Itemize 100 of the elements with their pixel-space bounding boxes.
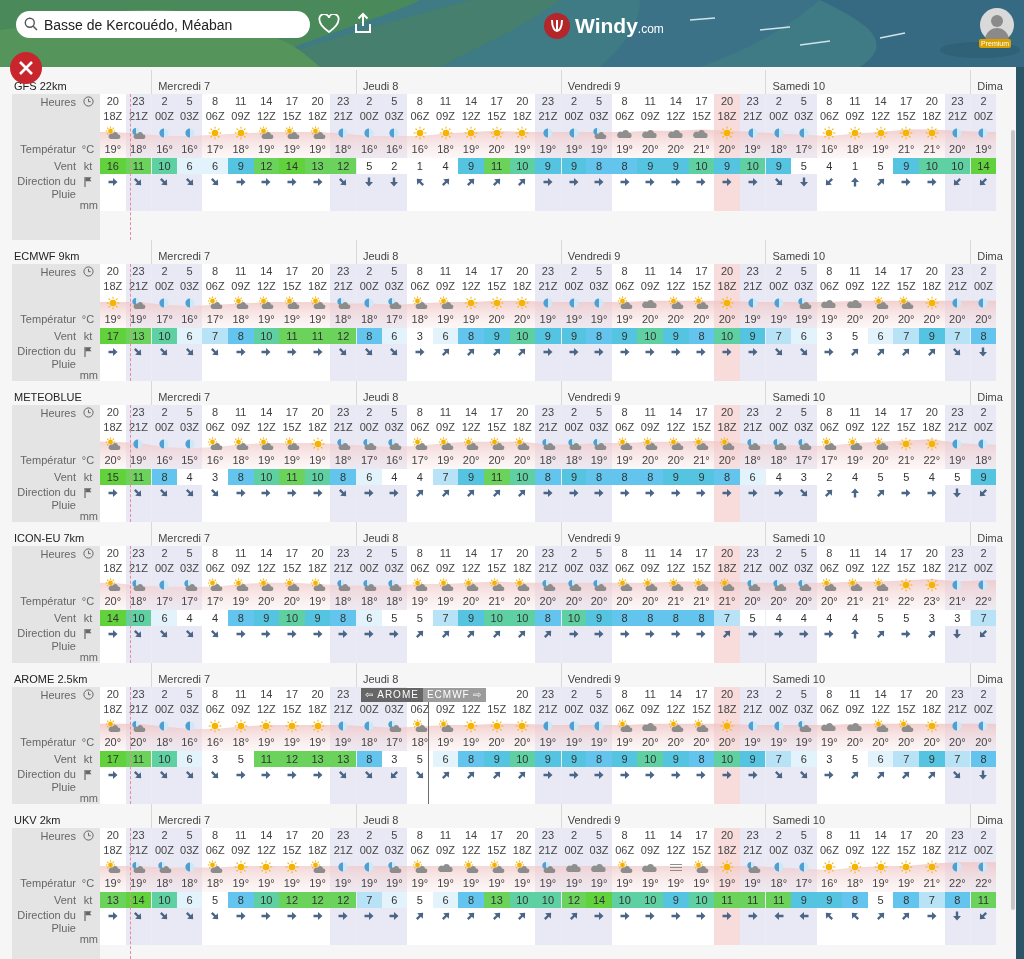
utc-time-label: 15Z bbox=[896, 702, 916, 718]
wind-speed-cell: 8 bbox=[535, 469, 561, 485]
hour-label: 23 bbox=[541, 94, 554, 110]
utc-time-label: 06Z bbox=[819, 702, 839, 718]
temperature-value: 17° bbox=[360, 453, 378, 469]
hour-label: 8 bbox=[416, 264, 423, 280]
wind-speed-cell: 7 bbox=[944, 328, 971, 344]
hour-label: 5 bbox=[186, 687, 193, 703]
day-label: Vendredi 9 bbox=[567, 814, 621, 826]
wind-speed-cell: 13 bbox=[125, 328, 152, 344]
wind-speed-cell: 6 bbox=[176, 751, 203, 767]
temperature-value: 19° bbox=[770, 312, 788, 328]
wind-speed-cell: 12 bbox=[330, 158, 356, 174]
hour-label: 8 bbox=[212, 546, 219, 562]
day-label: Vendredi 9 bbox=[567, 532, 621, 544]
temperature-value: 18° bbox=[360, 735, 378, 751]
row-label: Pluie bbox=[50, 500, 76, 511]
hour-label: 17 bbox=[285, 94, 299, 110]
temperature-value: 20° bbox=[258, 594, 275, 610]
row-label: Heures bbox=[39, 547, 76, 562]
hour-label: 14 bbox=[260, 687, 273, 703]
utc-time-label: 03Z bbox=[180, 561, 200, 577]
temperature-value: 21° bbox=[693, 453, 710, 469]
utc-time-label: 15Z bbox=[691, 279, 711, 295]
wind-speed-cell: 6 bbox=[791, 751, 817, 767]
scrollbar[interactable] bbox=[1011, 130, 1015, 910]
day-label: Jeudi 8 bbox=[362, 814, 399, 826]
hour-label: 23 bbox=[337, 264, 350, 280]
search-field[interactable]: Basse de Kercouédo, Méaban bbox=[16, 11, 310, 38]
avatar[interactable] bbox=[980, 8, 1014, 42]
hour-label: 2 bbox=[366, 405, 373, 421]
wind-speed-cell: 10 bbox=[509, 610, 536, 626]
wind-speed-cell: 9 bbox=[458, 610, 484, 626]
wind-speed-cell: 6 bbox=[867, 751, 894, 767]
hour-label: 20 bbox=[720, 687, 734, 703]
day-label: Samedi 10 bbox=[772, 80, 826, 92]
utc-time-label: 21Z bbox=[128, 109, 148, 125]
utc-time-label: 18Z bbox=[308, 279, 328, 295]
hour-label: 17 bbox=[695, 546, 708, 562]
temperature-value: 19° bbox=[565, 142, 583, 158]
temperature-value: 20° bbox=[846, 735, 864, 751]
hour-label: 8 bbox=[826, 687, 833, 703]
utc-time-label: 06Z bbox=[615, 279, 635, 295]
utc-time-label: 00Z bbox=[155, 420, 174, 436]
temperature-value: 19° bbox=[411, 594, 429, 610]
utc-time-label: 09Z bbox=[640, 279, 660, 295]
share-icon[interactable] bbox=[353, 12, 373, 34]
utc-time-label: 18Z bbox=[103, 561, 123, 577]
hour-label: 8 bbox=[621, 828, 628, 844]
wind-speed-cell: 4 bbox=[766, 610, 792, 626]
wind-speed-cell: 4 bbox=[791, 610, 817, 626]
day-label: Dima bbox=[977, 673, 1003, 685]
temperature-value: 18° bbox=[411, 735, 429, 751]
hour-label: 23 bbox=[951, 687, 964, 703]
wind-speed-cell: 6 bbox=[381, 328, 408, 344]
utc-time-label: 09Z bbox=[231, 561, 251, 577]
row-label: Vent bbox=[52, 610, 76, 626]
hour-label: 2 bbox=[161, 687, 168, 703]
unit-label: kt bbox=[83, 610, 93, 626]
temperature-value: 18° bbox=[334, 312, 352, 328]
utc-time-label: 00Z bbox=[974, 843, 993, 859]
hour-label: 8 bbox=[621, 546, 628, 562]
wind-speed-cell: 14 bbox=[125, 892, 152, 908]
wind-speed-cell: 13 bbox=[483, 892, 510, 908]
utc-time-label: 06Z bbox=[819, 279, 839, 295]
hour-label: 5 bbox=[596, 405, 603, 421]
hour-label: 11 bbox=[439, 828, 452, 844]
hour-label: 2 bbox=[775, 405, 782, 421]
temperature-value: 20° bbox=[488, 142, 505, 158]
hour-label: 20 bbox=[106, 94, 119, 110]
temperature-value: 21° bbox=[488, 594, 505, 610]
utc-time-label: 15Z bbox=[691, 420, 711, 436]
hour-label: 11 bbox=[849, 828, 861, 844]
utc-time-label: 18Z bbox=[103, 109, 123, 125]
hour-label: 8 bbox=[826, 828, 833, 844]
hour-label: 23 bbox=[951, 546, 964, 562]
temperature-value: 17° bbox=[206, 594, 224, 610]
wind-speed-cell: 8 bbox=[458, 892, 484, 908]
utc-time-label: 03Z bbox=[384, 843, 404, 859]
hour-label: 23 bbox=[132, 405, 145, 421]
hour-label: 11 bbox=[849, 94, 861, 110]
wind-speed-cell: 8 bbox=[971, 328, 996, 344]
wind-speed-cell: 9 bbox=[561, 328, 587, 344]
temperature-value: 18° bbox=[232, 453, 250, 469]
temperature-value: 20° bbox=[513, 594, 531, 610]
utc-time-label: 21Z bbox=[743, 109, 763, 125]
utc-time-label: 21Z bbox=[743, 702, 763, 718]
model-switch-button[interactable]: ⇦ AROME bbox=[361, 688, 423, 702]
utc-time-label: 12Z bbox=[666, 420, 686, 436]
day-label: Mercredi 7 bbox=[158, 532, 211, 544]
temperature-value: 19° bbox=[744, 876, 761, 892]
wind-speed-cell: 9 bbox=[483, 751, 510, 767]
hour-label: 23 bbox=[951, 405, 964, 421]
temperature-value: 20° bbox=[923, 735, 941, 751]
temperature-value: 19° bbox=[565, 735, 583, 751]
hour-label: 5 bbox=[800, 264, 807, 280]
temperature-value: 17° bbox=[156, 312, 173, 328]
heart-icon[interactable] bbox=[318, 14, 340, 34]
wind-speed-cell: 9 bbox=[637, 158, 664, 174]
day-label: Dima bbox=[977, 250, 1003, 262]
